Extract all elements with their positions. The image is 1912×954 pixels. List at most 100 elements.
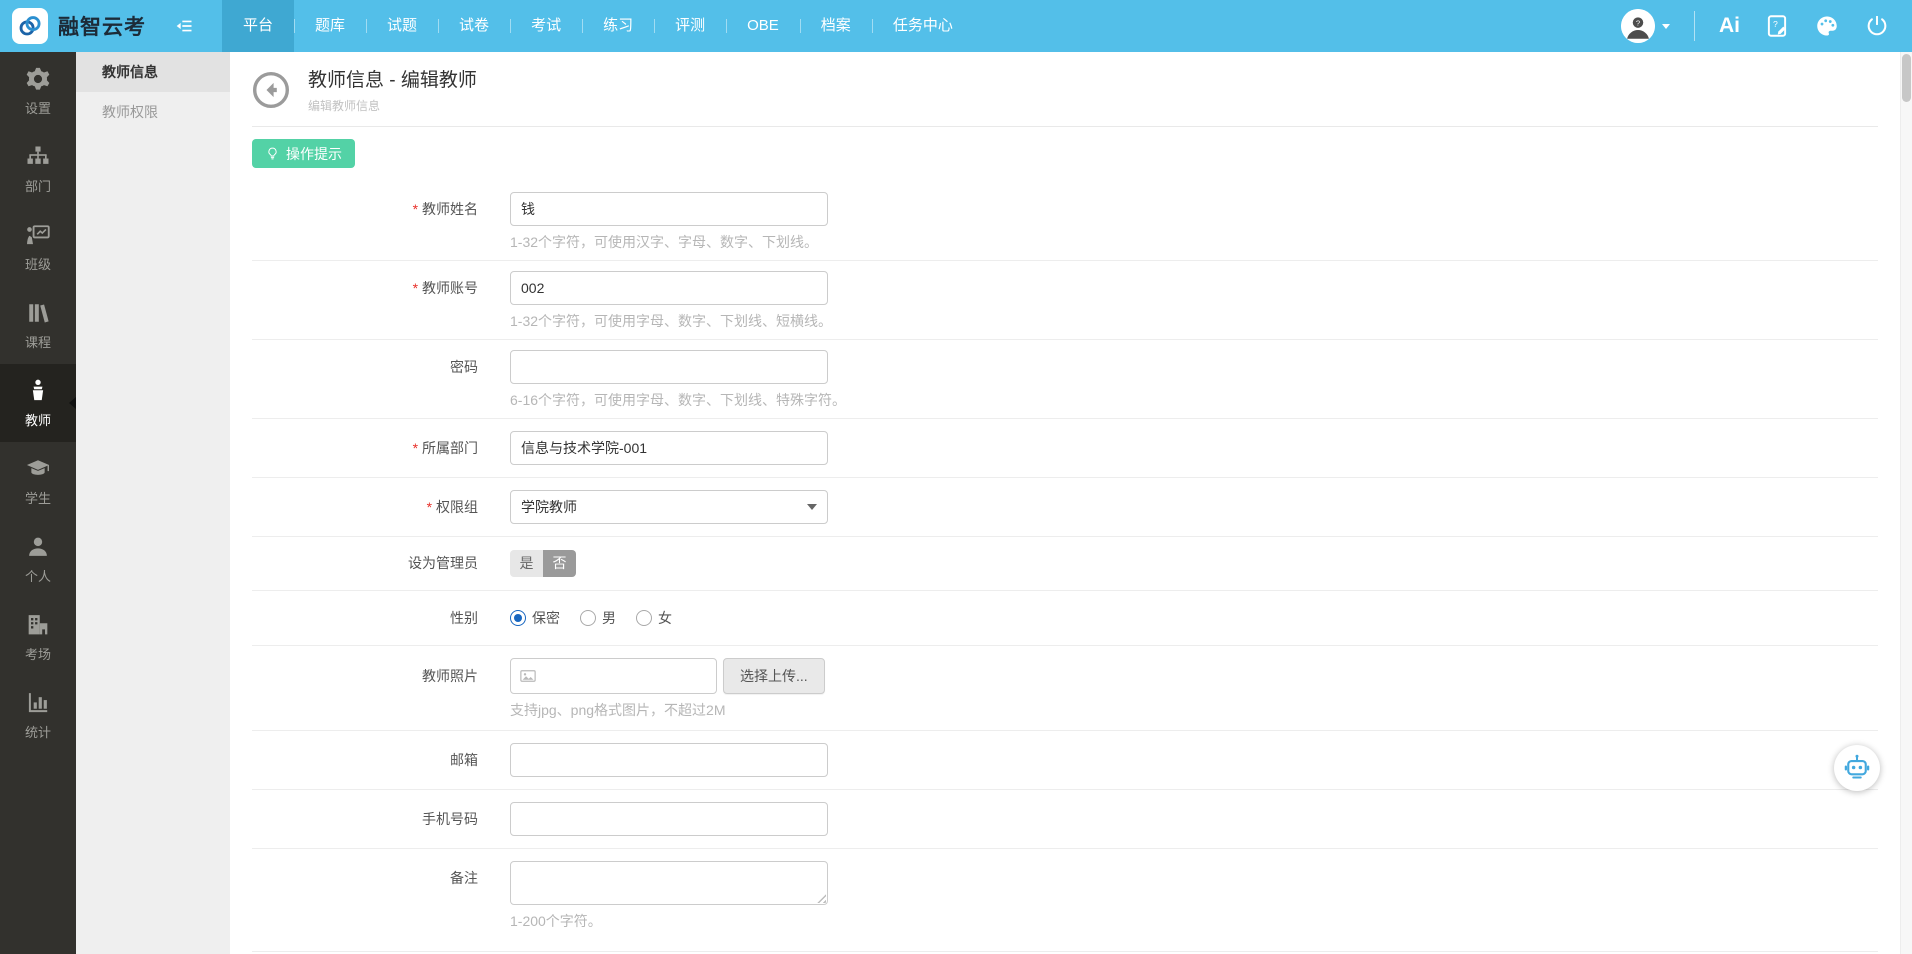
teacher-account-input[interactable]	[510, 271, 828, 305]
sidebar-item-departments[interactable]: 部门	[0, 130, 76, 208]
assistant-robot-button[interactable]	[1834, 745, 1880, 791]
back-button[interactable]	[252, 71, 290, 109]
toggle-yes-button[interactable]: 是	[510, 550, 543, 577]
field-label: 密码	[450, 359, 478, 375]
field-label: 教师姓名	[252, 192, 510, 252]
field-hint: 6-16个字符，可使用字母、数字、下划线、特殊字符。	[510, 392, 847, 408]
nav-item-questions[interactable]: 试题	[366, 0, 438, 52]
radio-checked-icon	[510, 610, 526, 626]
field-label: 手机号码	[422, 811, 478, 827]
field-label: 教师照片	[422, 668, 478, 684]
sidebar-item-label: 设置	[24, 101, 51, 116]
navbar-right: ? Ai ?	[1621, 9, 1912, 43]
remarks-textarea[interactable]	[510, 861, 828, 905]
field-label: 教师账号	[252, 271, 510, 331]
sidebar-item-label: 学生	[24, 491, 51, 506]
lectern-icon	[24, 377, 52, 405]
avatar[interactable]: ?	[1621, 9, 1655, 43]
presentation-icon	[24, 221, 52, 249]
feedback-icon[interactable]: ?	[1764, 13, 1790, 39]
robot-icon	[1842, 753, 1872, 783]
toggle-no-button[interactable]: 否	[543, 550, 576, 577]
teacher-name-input[interactable]	[510, 192, 828, 226]
field-hint: 1-32个字符，可使用字母、数字、下划线、短横线。	[510, 313, 833, 329]
sidebar-item-label: 考场	[24, 647, 51, 662]
department-input[interactable]	[510, 431, 828, 465]
top-navbar: 融智云考 平台 题库 试题 试卷 考试 练习 评测 OBE 档案 任务中心 ?	[0, 0, 1912, 52]
field-hint: 1-200个字符。	[510, 913, 602, 929]
ai-icon[interactable]: Ai	[1719, 14, 1740, 38]
main-menu: 平台 题库 试题 试卷 考试 练习 评测 OBE 档案 任务中心	[222, 0, 974, 52]
form-row: 教师姓名 1-32个字符，可使用汉字、字母、数字、下划线。	[252, 182, 1878, 261]
person-icon	[24, 533, 52, 561]
theme-palette-icon[interactable]	[1814, 13, 1840, 39]
main-panel: 教师信息 - 编辑教师 编辑教师信息 操作提示 教师姓名 1-32个字符，可使用…	[230, 52, 1900, 954]
sidebar-item-label: 班级	[24, 257, 51, 272]
field-hint: 支持jpg、png格式图片，不超过2M	[510, 702, 726, 718]
secondary-sidebar: 教师信息 教师权限	[76, 52, 230, 954]
nav-item-platform[interactable]: 平台	[222, 0, 295, 52]
field-label: 设为管理员	[408, 555, 478, 571]
form-row: 教师照片 选择上传... 支持jpg、png格式图片，不超过2M	[252, 646, 1878, 731]
email-input[interactable]	[510, 743, 828, 777]
form-row: 密码 6-16个字符，可使用字母、数字、下划线、特殊字符。	[252, 340, 1878, 419]
power-icon[interactable]	[1864, 13, 1890, 39]
user-menu[interactable]: ?	[1621, 9, 1670, 43]
form-row: 备注 1-200个字符。	[252, 849, 1878, 952]
selected-option: 学院教师	[521, 499, 577, 515]
sidebar-item-students[interactable]: 学生	[0, 442, 76, 520]
field-label: 权限组	[252, 490, 510, 524]
bar-chart-icon	[24, 689, 52, 717]
field-label: 备注	[450, 870, 478, 886]
sidebar-item-exam-rooms[interactable]: 考场	[0, 598, 76, 676]
gender-male-radio[interactable]: 男	[580, 608, 616, 628]
choose-upload-button[interactable]: 选择上传...	[723, 658, 825, 694]
operation-tips-button[interactable]: 操作提示	[252, 139, 355, 168]
left-sidebar: 设置 部门 班级 课程 教师 学生 个人 考场 统计	[0, 52, 76, 954]
page-header: 教师信息 - 编辑教师 编辑教师信息	[252, 52, 1878, 114]
nav-item-question-bank[interactable]: 题库	[294, 0, 366, 52]
svg-text:?: ?	[1636, 18, 1640, 27]
svg-text:?: ?	[1773, 19, 1778, 29]
sidebar-item-label: 部门	[24, 179, 51, 194]
sidebar-item-settings[interactable]: 设置	[0, 52, 76, 130]
nav-separator	[1694, 11, 1695, 41]
nav-item-evaluation[interactable]: 评测	[654, 0, 726, 52]
sidebar-item-teachers[interactable]: 教师	[0, 364, 76, 442]
nav-item-archives[interactable]: 档案	[799, 0, 872, 52]
collapse-menu-icon[interactable]	[174, 15, 196, 37]
sidebar-item-courses[interactable]: 课程	[0, 286, 76, 364]
sidebar-item-label: 教师	[24, 413, 51, 428]
submenu-item-teacher-permissions[interactable]: 教师权限	[76, 92, 230, 132]
photo-upload-input[interactable]	[510, 658, 717, 694]
permission-group-select[interactable]: 学院教师	[510, 490, 828, 524]
nav-item-task-center[interactable]: 任务中心	[871, 0, 974, 52]
nav-item-exams[interactable]: 考试	[510, 0, 582, 52]
field-label: 邮箱	[450, 752, 478, 768]
form-row: 权限组 学院教师	[252, 478, 1878, 537]
bulb-icon	[265, 146, 280, 161]
sidebar-item-classes[interactable]: 班级	[0, 208, 76, 286]
gear-icon	[24, 65, 52, 93]
password-input[interactable]	[510, 350, 828, 384]
chevron-down-icon	[807, 504, 817, 510]
submenu-item-teacher-info[interactable]: 教师信息	[76, 52, 230, 92]
admin-toggle: 是 否	[510, 550, 576, 577]
building-icon	[24, 611, 52, 639]
gender-female-radio[interactable]: 女	[636, 608, 672, 628]
sidebar-item-personal[interactable]: 个人	[0, 520, 76, 598]
sidebar-item-label: 统计	[24, 725, 51, 740]
gender-secret-radio[interactable]: 保密	[510, 608, 560, 628]
nav-item-practice[interactable]: 练习	[582, 0, 654, 52]
page-subtitle: 编辑教师信息	[308, 99, 381, 113]
field-hint: 1-32个字符，可使用汉字、字母、数字、下划线。	[510, 234, 819, 250]
books-icon	[24, 299, 52, 327]
phone-input[interactable]	[510, 802, 828, 836]
scrollbar-thumb[interactable]	[1902, 54, 1911, 102]
nav-item-obe[interactable]: OBE	[726, 0, 800, 52]
page-scrollbar[interactable]	[1900, 52, 1912, 954]
page-title: 教师信息 - 编辑教师	[308, 70, 477, 91]
nav-item-papers[interactable]: 试卷	[438, 0, 510, 52]
sidebar-item-statistics[interactable]: 统计	[0, 676, 76, 754]
operation-tips-label: 操作提示	[286, 145, 342, 162]
